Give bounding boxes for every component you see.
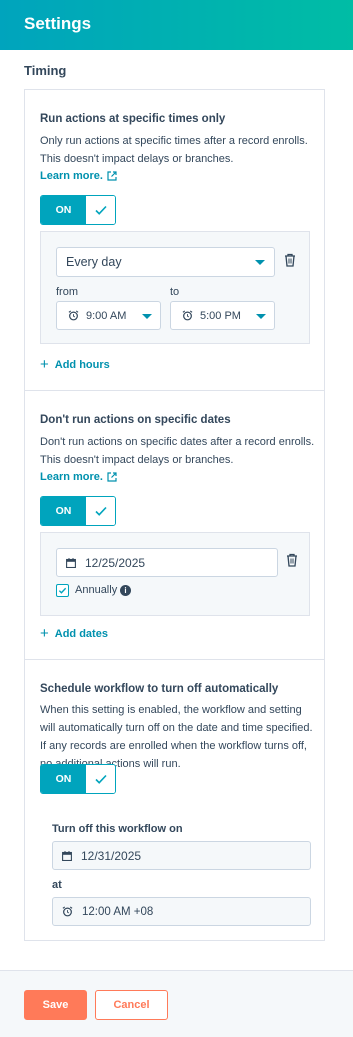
- plus-icon: +: [40, 625, 49, 642]
- divider: [25, 659, 324, 660]
- times-learn-more-link[interactable]: Learn more.: [40, 170, 117, 182]
- frequency-select[interactable]: Every day: [56, 247, 275, 277]
- chevron-down-icon: [255, 260, 265, 265]
- turn-off-time-field: 12:00 AM +08: [52, 897, 311, 926]
- date-value: 12/25/2025: [85, 555, 146, 570]
- external-link-icon: [107, 472, 117, 482]
- date-input[interactable]: 12/25/2025: [56, 548, 278, 577]
- turn-off-date-field: 12/31/2025: [52, 841, 311, 870]
- hours-panel: Every day from to 9:00 AM 5:00 PM: [40, 231, 310, 344]
- to-time-value: 5:00 PM: [200, 309, 241, 322]
- schedule-block-title: Schedule workflow to turn off automatica…: [40, 683, 279, 695]
- dates-toggle[interactable]: ON: [40, 496, 116, 526]
- annually-label: Annually: [75, 584, 118, 596]
- timing-card: Run actions at specific times only Only …: [24, 89, 325, 941]
- trash-icon[interactable]: [286, 553, 298, 567]
- times-block-title: Run actions at specific times only: [40, 113, 226, 125]
- from-time-value: 9:00 AM: [86, 309, 127, 322]
- add-dates-label: Add dates: [54, 627, 108, 640]
- turn-off-time-value: 12:00 AM +08: [82, 905, 154, 918]
- trash-icon[interactable]: [284, 253, 296, 267]
- learn-more-label: Learn more.: [40, 471, 103, 483]
- check-icon: [86, 196, 115, 224]
- settings-header: Settings: [0, 0, 353, 50]
- add-hours-button[interactable]: + Add hours: [40, 357, 110, 372]
- footer-bar: Save Cancel: [0, 970, 353, 1037]
- turn-off-label: Turn off this workflow on: [52, 823, 183, 835]
- check-icon: [58, 587, 67, 594]
- times-toggle[interactable]: ON: [40, 195, 116, 225]
- check-icon: [86, 765, 115, 793]
- alarm-clock-icon: [182, 310, 193, 321]
- alarm-clock-icon: [62, 906, 73, 917]
- save-button[interactable]: Save: [24, 990, 87, 1020]
- add-hours-label: Add hours: [54, 358, 110, 371]
- info-icon[interactable]: i: [120, 585, 131, 596]
- from-time-select[interactable]: 9:00 AM: [56, 301, 161, 330]
- page-title: Settings: [24, 14, 92, 33]
- chevron-down-icon: [142, 314, 152, 319]
- cancel-button[interactable]: Cancel: [95, 990, 168, 1020]
- to-label: to: [170, 286, 180, 298]
- check-icon: [86, 497, 115, 525]
- dates-learn-more-link[interactable]: Learn more.: [40, 471, 117, 483]
- at-label: at: [52, 879, 62, 891]
- divider: [25, 390, 324, 391]
- toggle-on-label: ON: [41, 497, 86, 525]
- toggle-on-label: ON: [41, 196, 86, 224]
- external-link-icon: [107, 171, 117, 181]
- calendar-icon: [62, 850, 72, 861]
- annually-checkbox[interactable]: [56, 584, 69, 597]
- toggle-on-label: ON: [41, 765, 86, 793]
- chevron-down-icon: [256, 314, 266, 319]
- section-heading: Timing: [24, 63, 67, 78]
- calendar-icon: [66, 557, 76, 568]
- add-dates-button[interactable]: + Add dates: [40, 626, 108, 641]
- learn-more-label: Learn more.: [40, 170, 103, 182]
- frequency-value: Every day: [66, 255, 122, 269]
- dates-block-description: Don't run actions on specific dates afte…: [40, 436, 315, 466]
- times-block-description: Only run actions at specific times after…: [40, 135, 308, 165]
- turn-off-date-value: 12/31/2025: [81, 848, 142, 863]
- from-label: from: [56, 286, 78, 298]
- to-time-select[interactable]: 5:00 PM: [170, 301, 275, 330]
- schedule-toggle[interactable]: ON: [40, 764, 116, 794]
- dates-block-title: Don't run actions on specific dates: [40, 414, 231, 426]
- alarm-clock-icon: [68, 310, 79, 321]
- schedule-block-description: When this setting is enabled, the workfl…: [40, 704, 313, 770]
- dates-panel: 12/25/2025 Annually i: [40, 532, 310, 616]
- plus-icon: +: [40, 356, 49, 373]
